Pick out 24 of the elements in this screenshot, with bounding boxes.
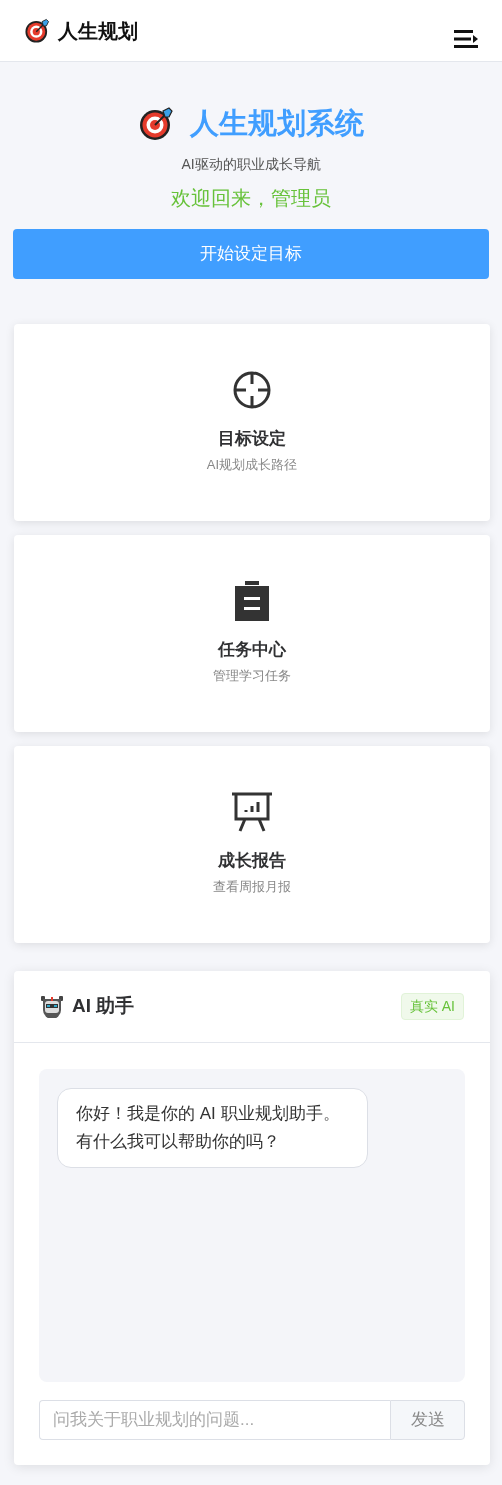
chat-bubble: 你好！我是你的 AI 职业规划助手。有什么我可以帮助你的吗？ (57, 1087, 368, 1168)
clipboard-icon (235, 580, 269, 621)
brand-name[interactable]: 人生规划 (58, 15, 138, 46)
presentation-board-icon (231, 791, 273, 832)
target-icon (24, 17, 50, 44)
feature-description: 查看周报月报 (213, 878, 291, 896)
feature-card[interactable]: 目标设定 AI规划成长路径 (14, 323, 490, 521)
feature-title: 目标设定 (218, 427, 286, 450)
welcome-text: 欢迎回来，管理员 (170, 185, 332, 211)
real-ai-tag: 真实 AI (400, 992, 464, 1020)
target-icon (138, 105, 174, 142)
feature-card[interactable]: 任务中心 管理学习任务 (14, 534, 490, 732)
robot-icon (40, 994, 64, 1018)
feature-title: 成长报告 (218, 849, 286, 872)
crosshair-icon (232, 369, 272, 410)
hero-title: 人生规划系统 (190, 106, 364, 141)
feature-description: AI规划成长路径 (206, 456, 298, 474)
assistant-title: AI 助手 (72, 993, 135, 1018)
chat-input-field[interactable]: 问我关于职业规划的问题... (39, 1399, 390, 1440)
feature-title: 任务中心 (218, 638, 286, 661)
menu-icon[interactable] (454, 28, 478, 49)
feature-card[interactable]: 成长报告 查看周报月报 (14, 745, 490, 943)
hero-subtitle: AI驱动的职业成长导航 (180, 154, 322, 174)
feature-description: 管理学习任务 (213, 667, 291, 685)
